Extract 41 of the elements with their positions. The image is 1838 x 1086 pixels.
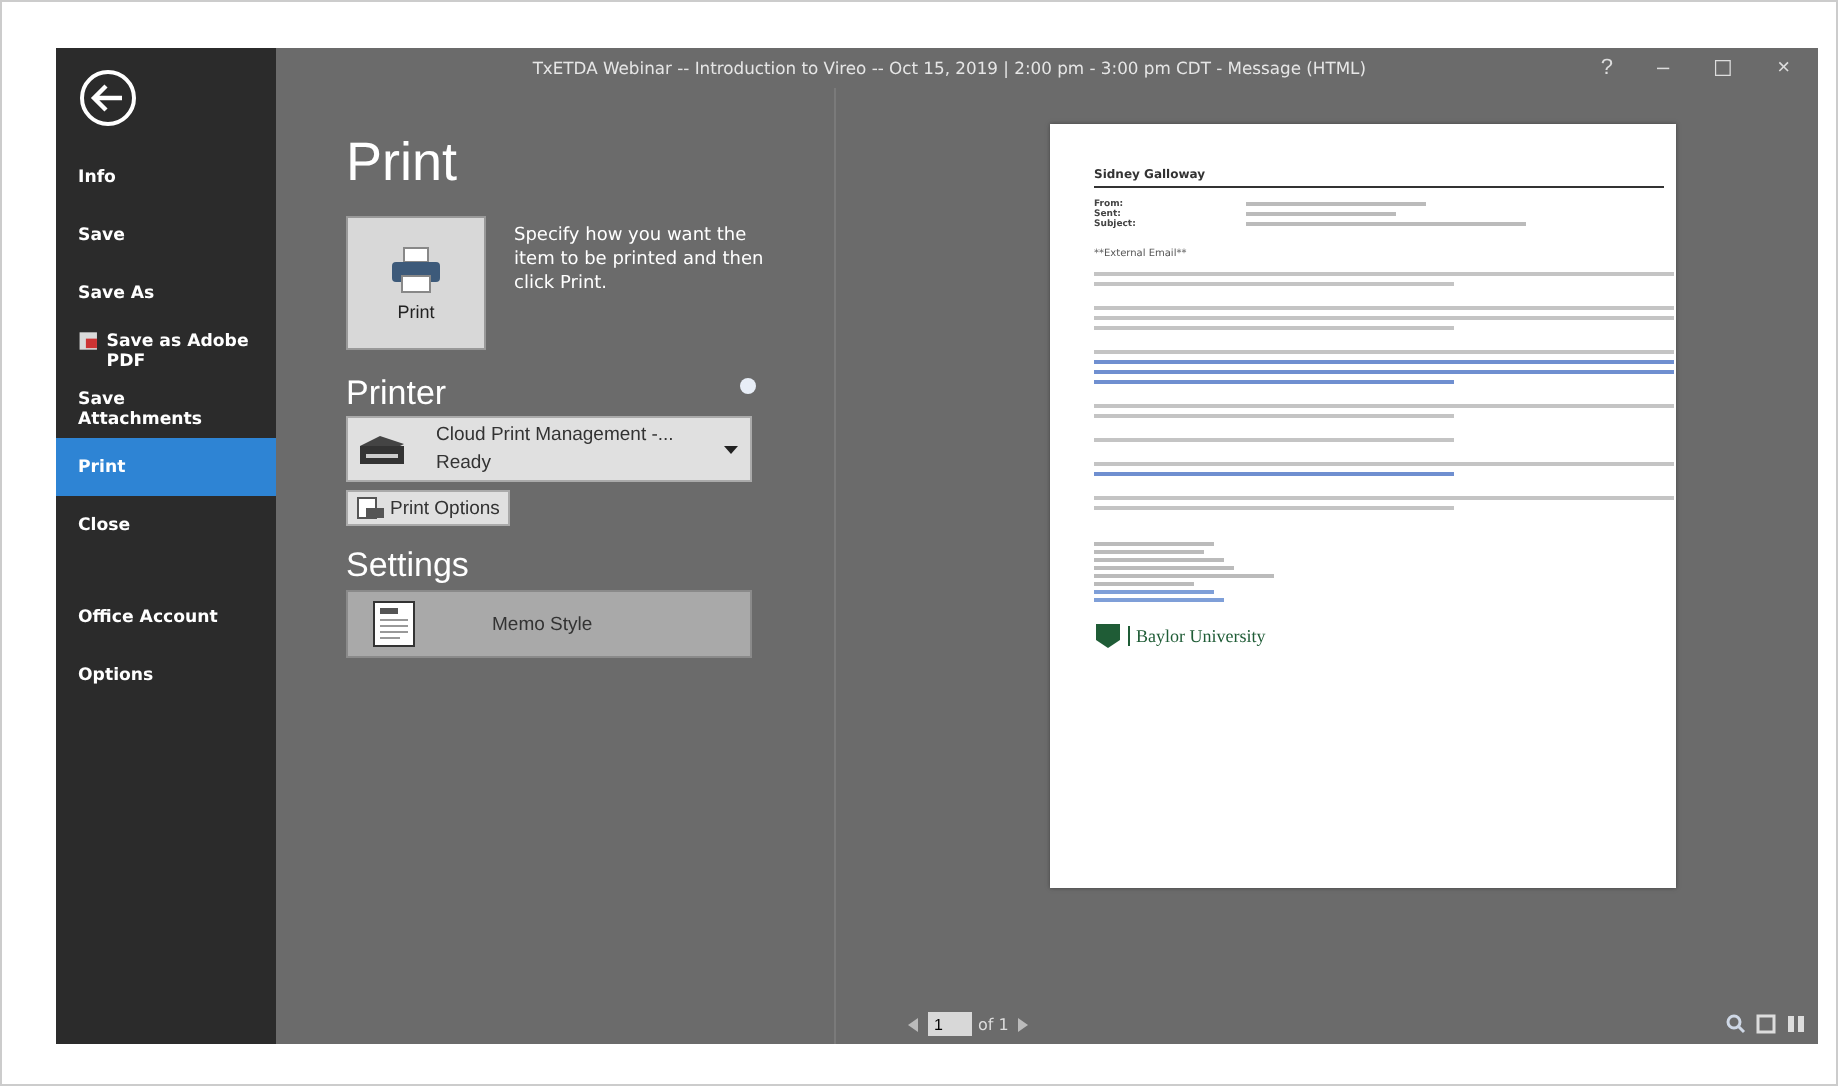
sidebar-item[interactable]: Save: [56, 206, 276, 264]
sidebar-item[interactable]: Info: [56, 148, 276, 206]
sidebar-item[interactable]: Save As: [56, 264, 276, 322]
left-arrow-icon: [908, 1017, 918, 1031]
print-options-icon: [356, 496, 384, 520]
info-icon: [740, 378, 756, 394]
pdf-icon: [78, 328, 99, 354]
sidebar-item[interactable]: Print: [56, 438, 276, 496]
logo-text: Baylor University: [1128, 626, 1266, 646]
sidebar-item[interactable]: Save as Adobe PDF: [56, 322, 276, 380]
shield-logo-icon: [1094, 622, 1122, 650]
next-page-button[interactable]: [1014, 1017, 1033, 1031]
print-style-option[interactable]: Memo Style: [346, 590, 752, 658]
window-title: TxETDA Webinar -- Introduction to Vireo -- Oct 15, 2019 | 2:00 pm - 3:00 pm CDT - Message (HTML): [530, 58, 1368, 78]
page-count: of 1: [978, 1015, 1009, 1033]
right-arrow-icon: [1018, 1017, 1029, 1031]
section-heading: Printer: [346, 374, 447, 414]
previous-page-button[interactable]: [904, 1017, 922, 1031]
page-heading: Print: [346, 132, 460, 192]
multi-page-icon: [1786, 1014, 1806, 1034]
fit-page-icon: [1756, 1014, 1776, 1034]
printer-status: Ready: [436, 452, 491, 474]
printer-dropdown[interactable]: Cloud Print Management -... Ready: [346, 416, 752, 482]
memo-style-icon: [372, 600, 416, 648]
printer-icon: [390, 245, 442, 293]
zoom-icon: [1726, 1014, 1746, 1034]
sidebar-item[interactable]: Office Account: [56, 588, 276, 646]
sidebar-item[interactable]: Options: [56, 646, 276, 704]
help-button[interactable]: ?: [1592, 55, 1621, 81]
instructions-text: Specify how you want the item to be printed and then click Print.: [514, 224, 766, 298]
print-options-button[interactable]: Print Options: [346, 490, 510, 526]
printer-name: Cloud Print Management -...: [436, 424, 674, 446]
print-button[interactable]: Print: [346, 216, 486, 350]
maximize-button[interactable]: ☐: [1705, 55, 1742, 81]
section-heading: Settings: [346, 546, 471, 586]
page-number-field[interactable]: 1: [928, 1012, 972, 1036]
close-button[interactable]: ×: [1769, 55, 1798, 81]
sidebar-item[interactable]: Close: [56, 496, 276, 554]
dropdown-caret-icon: [724, 445, 738, 453]
minimize-button[interactable]: –: [1648, 55, 1678, 81]
sidebar-item[interactable]: Save Attachments: [56, 380, 276, 438]
